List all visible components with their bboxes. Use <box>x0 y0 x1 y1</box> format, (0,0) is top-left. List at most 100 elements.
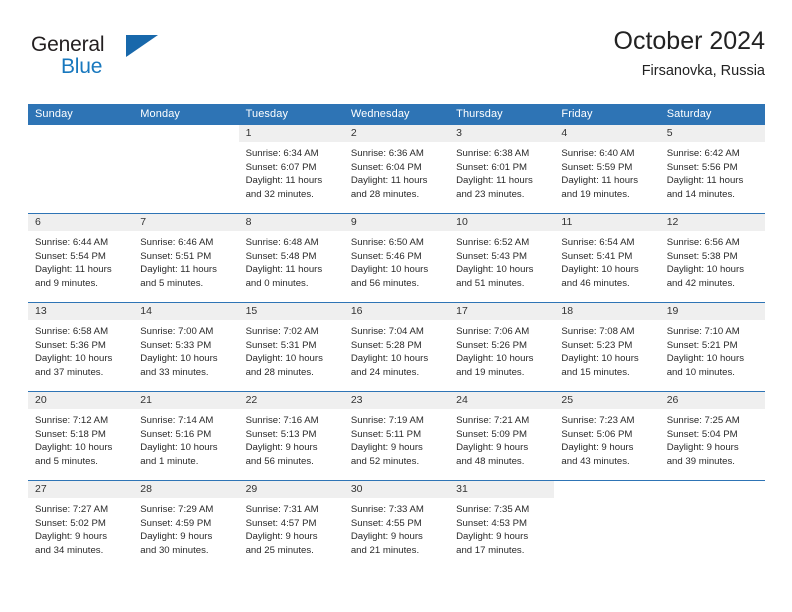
calendar-day-cell[interactable]: 9 Sunrise: 6:50 AM Sunset: 5:46 PM Daylight… <box>343 213 450 303</box>
sunrise-time: Sunrise: 6:34 AM <box>245 148 319 159</box>
day-sun-info: Sunrise: 7:14 AM Sunset: 5:16 PM Daylight:… <box>133 409 238 468</box>
daylight-duration-line1: Daylight: 9 hours <box>35 531 107 543</box>
daylight-duration-line1: Daylight: 9 hours <box>350 531 423 543</box>
daylight-duration-line2: and 42 minutes. <box>666 277 735 289</box>
sunset-time: Sunset: 5:06 PM <box>561 428 633 440</box>
calendar-day-cell[interactable]: 17 Sunrise: 7:06 AM Sunset: 5:26 PM Dayligh… <box>449 302 555 392</box>
sunrise-time: Sunrise: 7:16 AM <box>245 415 319 426</box>
day-cell-inner: 25 Sunrise: 7:23 AM Sunset: 5:06 PM Dayligh… <box>554 392 660 480</box>
daylight-duration-line1: Daylight: 10 hours <box>456 264 534 276</box>
calendar-day-cell[interactable]: 25 Sunrise: 7:23 AM Sunset: 5:06 PM Dayligh… <box>554 391 660 481</box>
calendar-day-cell[interactable]: 6 Sunrise: 6:44 AM Sunset: 5:54 PM Daylight… <box>28 213 134 303</box>
daylight-duration-line2: and 1 minute. <box>140 455 199 467</box>
calendar-day-cell[interactable]: 30 Sunrise: 7:33 AM Sunset: 4:55 PM Dayligh… <box>343 480 450 569</box>
calendar-day-cell[interactable]: 11 Sunrise: 6:54 AM Sunset: 5:41 PM Dayligh… <box>554 213 660 303</box>
day-number: 21 <box>133 392 239 409</box>
calendar-day-cell[interactable]: 15 Sunrise: 7:02 AM Sunset: 5:31 PM Dayligh… <box>238 302 344 392</box>
calendar-day-cell[interactable]: 2 Sunrise: 6:36 AM Sunset: 6:04 PM Daylight… <box>343 124 450 214</box>
sunset-time: Sunset: 5:26 PM <box>456 339 528 351</box>
daylight-duration-line1: Daylight: 10 hours <box>666 353 745 365</box>
day-number: 10 <box>449 214 555 231</box>
sunrise-time: Sunrise: 7:31 AM <box>245 504 319 515</box>
daylight-duration-line1: Daylight: 9 hours <box>350 442 423 454</box>
day-number: 12 <box>659 214 765 231</box>
daylight-duration-line1: Daylight: 10 hours <box>140 442 218 454</box>
calendar-day-cell[interactable]: 13 Sunrise: 6:58 AM Sunset: 5:36 PM Dayligh… <box>28 302 134 392</box>
calendar-day-cell[interactable]: 23 Sunrise: 7:19 AM Sunset: 5:11 PM Dayligh… <box>343 391 450 481</box>
daylight-duration-line2: and 0 minutes. <box>245 277 309 289</box>
sunset-time: Sunset: 5:48 PM <box>245 250 317 262</box>
day-cell-inner: 23 Sunrise: 7:19 AM Sunset: 5:11 PM Dayligh… <box>343 392 450 480</box>
sunrise-time: Sunrise: 7:35 AM <box>456 504 530 515</box>
daylight-duration-line1: Daylight: 10 hours <box>350 264 429 276</box>
daylight-duration-line1: Daylight: 10 hours <box>350 353 429 365</box>
calendar-day-cell[interactable]: 22 Sunrise: 7:16 AM Sunset: 5:13 PM Dayligh… <box>238 391 344 481</box>
calendar-day-cell[interactable]: 1 Sunrise: 6:34 AM Sunset: 6:07 PM Daylight… <box>238 124 344 214</box>
calendar-day-cell[interactable]: 24 Sunrise: 7:21 AM Sunset: 5:09 PM Dayligh… <box>449 391 555 481</box>
day-number: 1 <box>238 125 344 142</box>
calendar-day-cell[interactable]: 3 Sunrise: 6:38 AM Sunset: 6:01 PM Daylight… <box>449 124 555 214</box>
daylight-duration-line1: Daylight: 10 hours <box>35 353 113 365</box>
day-number: 22 <box>238 392 344 409</box>
day-cell-inner: 14 Sunrise: 7:00 AM Sunset: 5:33 PM Dayligh… <box>133 303 239 391</box>
calendar-day-cell-empty <box>28 124 134 214</box>
calendar-day-cell[interactable]: 7 Sunrise: 6:46 AM Sunset: 5:51 PM Daylight… <box>133 213 239 303</box>
general-blue-logo: General Blue <box>31 34 211 90</box>
sunrise-time: Sunrise: 6:56 AM <box>666 237 740 248</box>
calendar-day-cell[interactable]: 31 Sunrise: 7:35 AM Sunset: 4:53 PM Dayligh… <box>449 480 555 569</box>
day-cell-inner: 28 Sunrise: 7:29 AM Sunset: 4:59 PM Dayligh… <box>133 481 239 569</box>
day-sun-info: Sunrise: 7:25 AM Sunset: 5:04 PM Daylight:… <box>660 409 765 468</box>
calendar-day-cell[interactable]: 12 Sunrise: 6:56 AM Sunset: 5:38 PM Dayligh… <box>659 213 765 303</box>
daylight-duration-line1: Daylight: 10 hours <box>561 264 639 276</box>
calendar-day-cell[interactable]: 10 Sunrise: 6:52 AM Sunset: 5:43 PM Dayligh… <box>449 213 555 303</box>
daylight-duration-line2: and 24 minutes. <box>350 366 420 378</box>
daylight-duration-line2: and 10 minutes. <box>666 366 735 378</box>
daylight-duration-line2: and 39 minutes. <box>666 455 735 467</box>
day-sun-info: Sunrise: 6:48 AM Sunset: 5:48 PM Daylight:… <box>239 231 344 290</box>
daylight-duration-line1: Daylight: 11 hours <box>140 264 217 276</box>
day-number <box>660 481 765 498</box>
daylight-duration-line2: and 52 minutes. <box>350 455 420 467</box>
calendar-day-cell-empty <box>659 480 765 569</box>
daylight-duration-line1: Daylight: 9 hours <box>666 442 739 454</box>
sunrise-time: Sunrise: 6:40 AM <box>561 148 635 159</box>
calendar-day-cell[interactable]: 16 Sunrise: 7:04 AM Sunset: 5:28 PM Dayligh… <box>343 302 450 392</box>
daylight-duration-line1: Daylight: 10 hours <box>456 353 534 365</box>
calendar-day-cell[interactable]: 14 Sunrise: 7:00 AM Sunset: 5:33 PM Dayligh… <box>133 302 239 392</box>
sunrise-time: Sunrise: 7:19 AM <box>350 415 424 426</box>
day-cell-inner: 8 Sunrise: 6:48 AM Sunset: 5:48 PM Daylight… <box>238 214 344 302</box>
day-sun-info: Sunrise: 7:04 AM Sunset: 5:28 PM Daylight:… <box>344 320 449 379</box>
calendar-day-cell[interactable]: 18 Sunrise: 7:08 AM Sunset: 5:23 PM Dayligh… <box>554 302 660 392</box>
calendar-day-cell[interactable]: 19 Sunrise: 7:10 AM Sunset: 5:21 PM Dayligh… <box>659 302 765 392</box>
daylight-duration-line1: Daylight: 11 hours <box>245 264 323 276</box>
calendar-day-cell[interactable]: 28 Sunrise: 7:29 AM Sunset: 4:59 PM Dayligh… <box>133 480 239 569</box>
day-sun-info: Sunrise: 7:29 AM Sunset: 4:59 PM Daylight:… <box>133 498 238 557</box>
day-sun-info: Sunrise: 6:40 AM Sunset: 5:59 PM Daylight:… <box>554 142 659 201</box>
day-number: 14 <box>133 303 239 320</box>
day-cell-inner: 15 Sunrise: 7:02 AM Sunset: 5:31 PM Dayligh… <box>238 303 344 391</box>
sunset-time: Sunset: 6:01 PM <box>456 161 528 173</box>
day-cell-inner: 22 Sunrise: 7:16 AM Sunset: 5:13 PM Dayligh… <box>238 392 344 480</box>
calendar-day-cell[interactable]: 20 Sunrise: 7:12 AM Sunset: 5:18 PM Dayligh… <box>28 391 134 481</box>
sunrise-time: Sunrise: 6:46 AM <box>140 237 214 248</box>
weekday-header-wednesday: Wednesday <box>343 104 450 125</box>
daylight-duration-line2: and 33 minutes. <box>140 366 209 378</box>
calendar-day-cell[interactable]: 8 Sunrise: 6:48 AM Sunset: 5:48 PM Daylight… <box>238 213 344 303</box>
day-number: 8 <box>238 214 344 231</box>
weekday-header-monday: Monday <box>133 104 239 125</box>
calendar-day-cell[interactable]: 5 Sunrise: 6:42 AM Sunset: 5:56 PM Daylight… <box>659 124 765 214</box>
calendar-day-cell[interactable]: 21 Sunrise: 7:14 AM Sunset: 5:16 PM Dayligh… <box>133 391 239 481</box>
day-cell-inner: 29 Sunrise: 7:31 AM Sunset: 4:57 PM Dayligh… <box>238 481 344 569</box>
day-cell-inner: 30 Sunrise: 7:33 AM Sunset: 4:55 PM Dayligh… <box>343 481 450 569</box>
day-cell-inner: 3 Sunrise: 6:38 AM Sunset: 6:01 PM Daylight… <box>449 125 555 213</box>
calendar-day-cell[interactable]: 29 Sunrise: 7:31 AM Sunset: 4:57 PM Dayligh… <box>238 480 344 569</box>
calendar-day-cell[interactable]: 4 Sunrise: 6:40 AM Sunset: 5:59 PM Daylight… <box>554 124 660 214</box>
daylight-duration-line1: Daylight: 11 hours <box>245 175 323 187</box>
day-number: 2 <box>343 125 450 142</box>
day-cell-inner <box>133 125 238 213</box>
sunset-time: Sunset: 5:38 PM <box>666 250 738 262</box>
calendar-day-cell-empty <box>554 480 660 569</box>
calendar-day-cell[interactable]: 27 Sunrise: 7:27 AM Sunset: 5:02 PM Dayligh… <box>28 480 134 569</box>
calendar-day-cell[interactable]: 26 Sunrise: 7:25 AM Sunset: 5:04 PM Dayligh… <box>659 391 765 481</box>
day-number: 7 <box>133 214 239 231</box>
